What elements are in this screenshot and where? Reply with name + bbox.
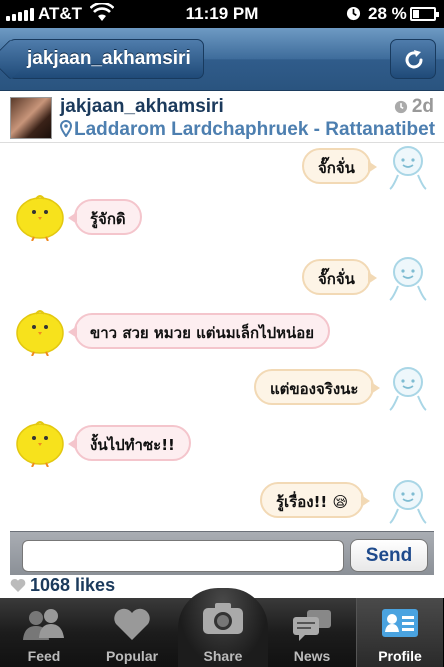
tab-news-label: News xyxy=(293,648,331,664)
post-time: 2d xyxy=(394,96,434,118)
chick-avatar-icon xyxy=(16,195,64,241)
tab-profile[interactable]: Profile xyxy=(356,598,444,667)
chat-bubble-left: ขาว สวย หมวย แต่นมเล็กไปหน่อย xyxy=(67,313,331,349)
chick-avatar-icon xyxy=(16,310,64,356)
navigation-bar: jakjaan_akhamsiri xyxy=(0,28,444,91)
post-username[interactable]: jakjaan_akhamsiri xyxy=(60,96,224,118)
speech-bubbles-icon xyxy=(293,610,331,641)
tab-news[interactable]: News xyxy=(268,598,356,667)
send-button[interactable]: Send xyxy=(350,539,428,572)
heart-icon xyxy=(114,608,150,640)
chick-avatar-icon xyxy=(16,421,64,467)
ghost-avatar-icon xyxy=(389,480,427,524)
chat-bubble-right: รู้เรื่อง!! 😪 xyxy=(260,482,371,518)
tab-share-label: Share xyxy=(203,648,243,664)
profile-card-icon xyxy=(382,609,418,637)
ghost-avatar-icon xyxy=(389,257,427,301)
tab-popular-label: Popular xyxy=(105,648,159,664)
tab-popular[interactable]: Popular xyxy=(88,598,176,667)
chat-bubble-right: จั๊กจั่น xyxy=(302,148,377,184)
chat-bubble-left: รู้จักดิ xyxy=(68,199,142,235)
location-pin-icon xyxy=(60,120,73,138)
heart-icon xyxy=(10,578,26,592)
chat-bubble-right: จั๊กจั่น xyxy=(302,259,377,295)
tab-bar: Feed Popular Share News Profile xyxy=(0,588,444,667)
post-location[interactable]: Laddarom Lardchaphruek - Rattanatibet xyxy=(60,119,444,141)
comment-input[interactable] xyxy=(22,540,344,572)
chat-bubble-right: แต่ของจริงนะ xyxy=(254,369,381,405)
tab-profile-label: Profile xyxy=(378,648,422,664)
status-bar: AT&T 11:19 PM 28 % xyxy=(0,0,444,28)
ghost-avatar-icon xyxy=(389,146,427,190)
battery-icon xyxy=(410,7,439,21)
clock-icon xyxy=(346,6,361,21)
tab-feed[interactable]: Feed xyxy=(0,598,88,667)
back-button[interactable]: jakjaan_akhamsiri xyxy=(8,39,204,79)
comment-bar: Send xyxy=(10,531,434,575)
post-time-text: 2d xyxy=(411,96,434,117)
avatar[interactable] xyxy=(10,97,52,139)
likes-count[interactable]: 1068 likes xyxy=(10,575,115,596)
refresh-icon xyxy=(405,50,423,69)
battery-percent: 28 % xyxy=(368,4,407,23)
back-button-label: jakjaan_akhamsiri xyxy=(27,48,191,69)
people-icon xyxy=(23,609,64,640)
tab-feed-label: Feed xyxy=(27,648,61,664)
clock-icon xyxy=(394,100,407,114)
chat-bubble-left: งั้นไปทำซะ!! xyxy=(68,425,191,461)
refresh-button[interactable] xyxy=(390,39,436,79)
tab-share[interactable]: Share xyxy=(178,588,268,667)
post-location-text: Laddarom Lardchaphruek - Rattanatibet xyxy=(74,119,436,140)
post-photo[interactable]: จั๊กจั่น รู้จักดิ จั๊กจั่น ขาว สวย หมวย … xyxy=(0,143,444,530)
likes-count-text: 1068 likes xyxy=(30,575,116,595)
post-header: jakjaan_akhamsiri 2d Laddarom Lardchaphr… xyxy=(0,91,444,143)
ghost-avatar-icon xyxy=(389,367,427,411)
camera-icon xyxy=(203,603,243,634)
